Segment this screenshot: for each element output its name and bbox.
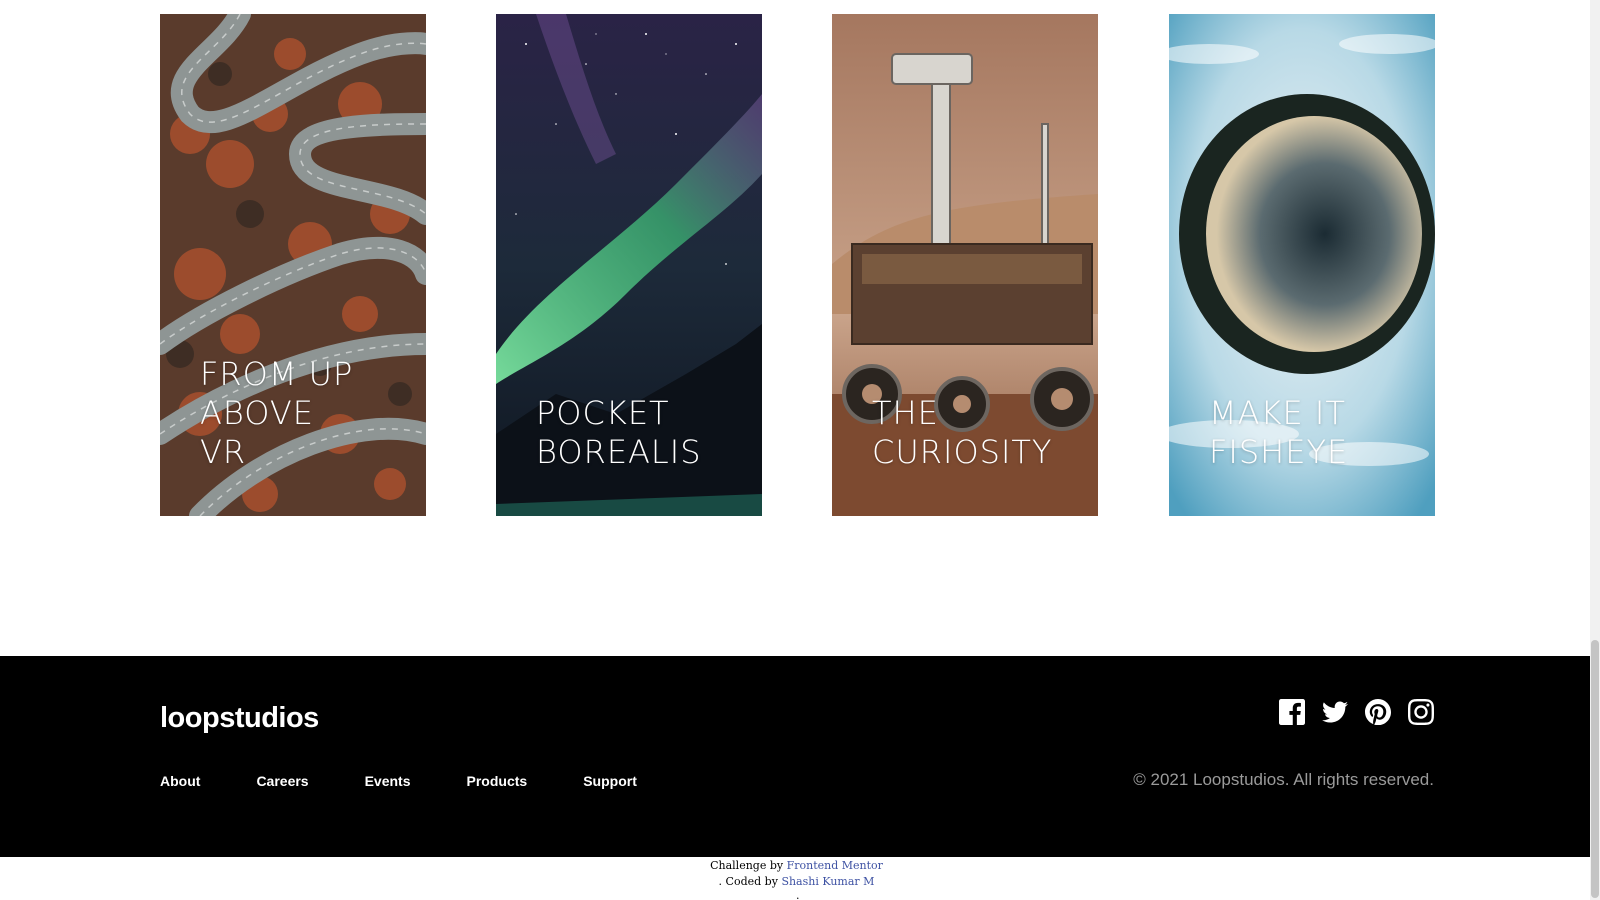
card-title: MAKE IT FISHEYE [1209,394,1349,471]
attribution: Challenge by Frontend Mentor . Coded by … [0,858,1593,900]
footer-nav-about[interactable]: About [160,773,200,789]
creation-card-pocket-borealis[interactable]: POCKET BOREALIS [496,14,762,516]
social-links [1262,699,1434,725]
card-title: THE CURIOSITY [872,394,1053,471]
instagram-icon[interactable] [1408,699,1434,725]
pinterest-icon[interactable] [1365,699,1391,725]
page-scrollbar[interactable] [1590,0,1600,900]
facebook-icon[interactable] [1279,699,1305,725]
creation-card-from-up-above-vr[interactable]: FROM UP ABOVE VR [160,14,426,516]
attribution-line-1: Challenge by Frontend Mentor [0,858,1593,874]
footer-nav-events[interactable]: Events [365,773,411,789]
card-title: FROM UP ABOVE VR [200,355,354,471]
footer-nav-support[interactable]: Support [583,773,637,789]
footer-nav-products[interactable]: Products [467,773,528,789]
creations-grid: FROM UP ABOVE VR POCKET BOREALIS THE CUR… [0,0,1566,640]
creation-card-the-curiosity[interactable]: THE CURIOSITY [832,14,1098,516]
twitter-icon[interactable] [1322,699,1348,725]
copyright-text: © 2021 Loopstudios. All rights reserved. [1133,770,1434,789]
card-title: POCKET BOREALIS [536,394,702,471]
footer-nav-careers[interactable]: Careers [256,773,308,789]
author-link[interactable]: Shashi Kumar M [781,875,874,888]
footer-nav: About Careers Events Products Support [160,773,693,789]
attribution-trailing: . [796,889,800,900]
footer: loopstudios About Careers Events Product… [0,656,1593,857]
coded-prefix: . Coded by [718,875,778,888]
challenge-prefix: Challenge by [710,859,784,872]
footer-logo[interactable]: loopstudios [160,702,319,735]
creation-card-make-it-fisheye[interactable]: MAKE IT FISHEYE [1169,14,1435,516]
frontend-mentor-link[interactable]: Frontend Mentor [787,859,883,872]
scrollbar-thumb[interactable] [1591,640,1599,898]
